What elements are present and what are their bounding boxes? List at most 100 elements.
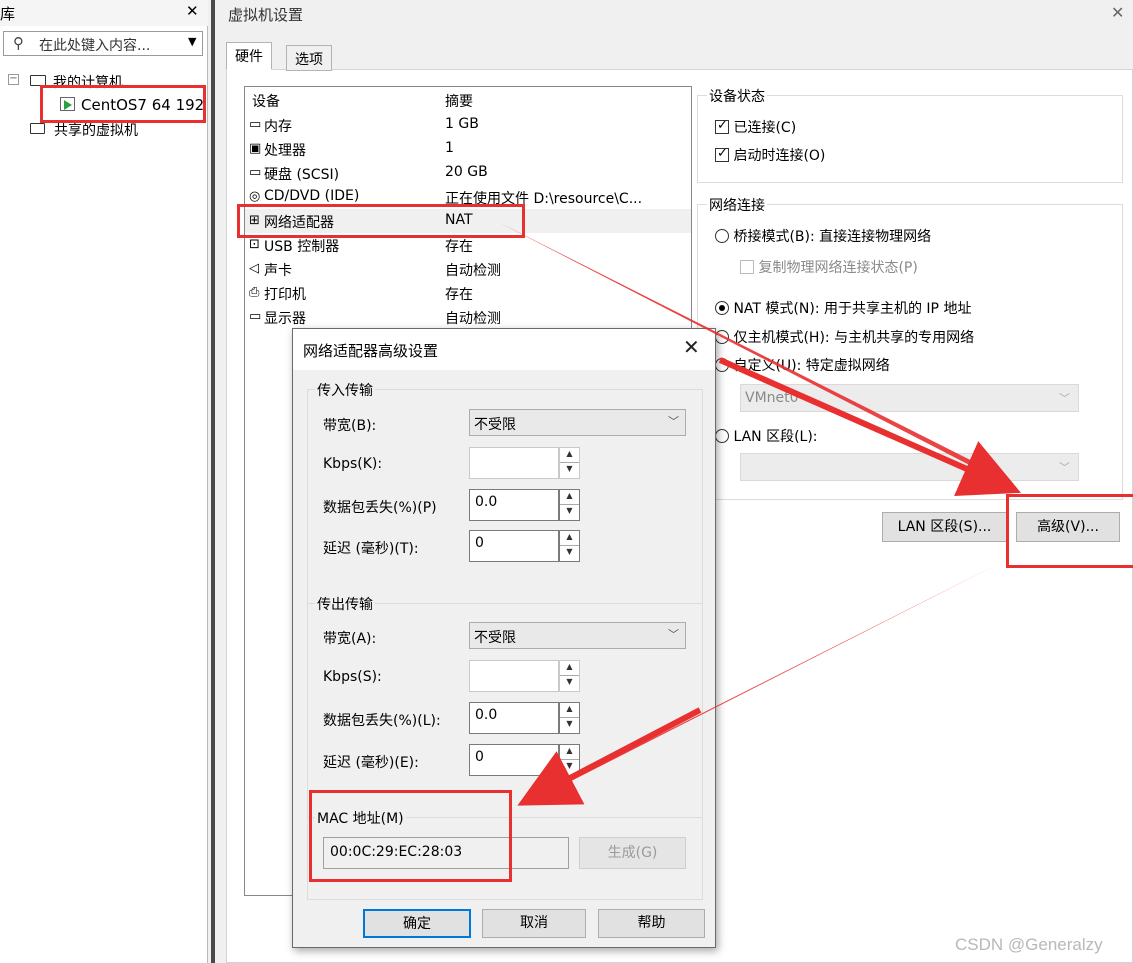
tab-options[interactable]: 选项 — [286, 45, 332, 71]
vmnet-select[interactable]: VMnet0 ﹀ — [740, 384, 1079, 412]
device-name: 显示器 — [264, 311, 306, 327]
network-connection-title: 网络连接 — [707, 195, 767, 215]
nat-radio[interactable]: NAT 模式(N): 用于共享主机的 IP 地址 — [715, 298, 971, 318]
outgoing-kbps-label: Kbps(S): — [323, 669, 382, 685]
incoming-latency-spinner[interactable]: ▲ ▼ — [559, 530, 580, 562]
incoming-kbps-input[interactable] — [469, 447, 559, 479]
checkbox-label: 已连接(C) — [733, 120, 797, 136]
generate-mac-button[interactable]: 生成(G) — [579, 837, 686, 869]
help-button[interactable]: 帮助 — [598, 909, 705, 938]
incoming-latency-label: 延迟 (毫秒)(T): — [323, 541, 419, 557]
chevron-down-icon: ﹀ — [668, 415, 679, 428]
incoming-kbps-spinner[interactable]: ▲ ▼ — [559, 447, 580, 479]
library-close-icon[interactable]: ✕ — [186, 2, 199, 20]
spin-up-icon[interactable]: ▲ — [560, 531, 579, 546]
input-value: 0 — [475, 535, 484, 551]
outgoing-loss-spinner[interactable]: ▲ ▼ — [559, 702, 580, 734]
spin-up-icon[interactable]: ▲ — [560, 661, 579, 676]
checkbox-icon — [740, 260, 754, 274]
spin-up-icon[interactable]: ▲ — [560, 703, 579, 718]
device-row-display[interactable]: ▭ 显示器 自动检测 — [245, 305, 691, 329]
bridged-radio[interactable]: 桥接模式(B): 直接连接物理网络 — [715, 226, 931, 246]
checkbox-checked-icon — [715, 146, 729, 162]
incoming-loss-input[interactable]: 0.0 — [469, 489, 559, 521]
device-name: 声卡 — [264, 263, 292, 279]
dialog-title: 网络适配器高级设置 — [303, 342, 439, 360]
device-row-printer[interactable]: ⎙ 打印机 存在 — [245, 281, 691, 305]
outgoing-kbps-spinner[interactable]: ▲ ▼ — [559, 660, 580, 692]
device-row-cpu[interactable]: ▣ 处理器 1 — [245, 137, 691, 161]
highlight-network-adapter — [237, 204, 525, 238]
tab-hardware[interactable]: 硬件 — [226, 42, 272, 70]
outgoing-loss-label: 数据包丢失(%)(L): — [323, 713, 441, 729]
usb-icon: ⊡ — [249, 237, 260, 252]
watermark: CSDN @Generalzy — [955, 935, 1103, 954]
search-dropdown-icon[interactable]: ▼ — [188, 35, 196, 48]
incoming-kbps-label: Kbps(K): — [323, 456, 383, 472]
collapse-icon[interactable]: − — [8, 74, 19, 85]
dialog-close-icon[interactable]: ✕ — [683, 335, 700, 359]
outgoing-bandwidth-select[interactable]: 不受限 ﹀ — [469, 622, 686, 649]
lan-segment-radio[interactable]: LAN 区段(L): — [715, 426, 818, 446]
spin-down-icon[interactable]: ▼ — [560, 463, 579, 478]
device-summary: 1 GB — [445, 116, 479, 132]
outgoing-loss-input[interactable]: 0.0 — [469, 702, 559, 734]
highlight-advanced-button — [1006, 494, 1133, 568]
outgoing-latency-input[interactable]: 0 — [469, 744, 559, 776]
incoming-loss-spinner[interactable]: ▲ ▼ — [559, 489, 580, 521]
select-value: 不受限 — [474, 630, 516, 646]
connected-checkbox[interactable]: 已连接(C) — [715, 117, 796, 137]
device-name: 内存 — [264, 119, 292, 135]
device-row-sound[interactable]: ◁ 声卡 自动检测 — [245, 257, 691, 281]
harddisk-icon: ▭ — [249, 165, 262, 180]
incoming-bandwidth-label: 带宽(B): — [323, 418, 377, 434]
outgoing-kbps-input[interactable] — [469, 660, 559, 692]
panel-splitter[interactable] — [211, 0, 215, 963]
replicate-state-checkbox[interactable]: 复制物理网络连接状态(P) — [740, 257, 918, 277]
incoming-latency-input[interactable]: 0 — [469, 530, 559, 562]
window-title: 虚拟机设置 — [228, 6, 304, 24]
hostonly-radio[interactable]: 仅主机模式(H): 与主机共享的专用网络 — [715, 327, 974, 347]
radio-icon — [715, 429, 729, 443]
spin-up-icon[interactable]: ▲ — [560, 490, 579, 505]
device-summary: 20 GB — [445, 164, 488, 180]
device-summary: 自动检测 — [445, 311, 501, 327]
spin-down-icon[interactable]: ▼ — [560, 676, 579, 691]
spin-down-icon[interactable]: ▼ — [560, 546, 579, 561]
highlight-mac-address — [309, 790, 512, 882]
spin-down-icon[interactable]: ▼ — [560, 760, 579, 775]
radio-label: 仅主机模式(H): 与主机共享的专用网络 — [733, 330, 975, 346]
cd-icon: ◎ — [249, 189, 261, 204]
library-title: 库 — [0, 5, 16, 23]
cancel-button[interactable]: 取消 — [482, 909, 586, 938]
incoming-bandwidth-select[interactable]: 不受限 ﹀ — [469, 409, 686, 436]
speaker-icon: ◁ — [249, 261, 259, 276]
input-value: 0.0 — [475, 494, 498, 510]
library-search-input[interactable]: ⚲ 在此处键入内容... ▼ — [3, 31, 203, 56]
shared-vm-icon — [30, 123, 45, 134]
device-list-header: 设备 摘要 — [245, 88, 691, 112]
lan-segments-button[interactable]: LAN 区段(S)... — [882, 512, 1007, 542]
chevron-down-icon: ﹀ — [1059, 461, 1070, 474]
lan-segment-select[interactable]: ﹀ — [740, 453, 1079, 481]
device-name: 打印机 — [264, 287, 306, 303]
spin-up-icon[interactable]: ▲ — [560, 745, 579, 760]
ok-button[interactable]: 确定 — [363, 909, 471, 938]
highlight-vm-entry — [40, 85, 206, 123]
spin-up-icon[interactable]: ▲ — [560, 448, 579, 463]
spin-down-icon[interactable]: ▼ — [560, 505, 579, 520]
incoming-loss-label: 数据包丢失(%)(P) — [323, 500, 437, 516]
device-row-harddisk[interactable]: ▭ 硬盘 (SCSI) 20 GB — [245, 161, 691, 185]
chevron-down-icon: ﹀ — [668, 628, 679, 641]
input-value: 0 — [475, 749, 484, 765]
connect-at-power-on-checkbox[interactable]: 启动时连接(O) — [715, 145, 825, 165]
custom-radio[interactable]: 自定义(U): 特定虚拟网络 — [715, 355, 890, 375]
outgoing-latency-spinner[interactable]: ▲ ▼ — [559, 744, 580, 776]
window-close-icon[interactable]: ✕ — [1111, 3, 1124, 22]
device-row-memory[interactable]: ▭ 内存 1 GB — [245, 113, 691, 137]
spin-down-icon[interactable]: ▼ — [560, 718, 579, 733]
monitor-icon: ▭ — [249, 309, 262, 324]
radio-icon — [715, 229, 729, 243]
device-summary: 自动检测 — [445, 263, 501, 279]
vmnet-value: VMnet0 — [745, 390, 799, 406]
